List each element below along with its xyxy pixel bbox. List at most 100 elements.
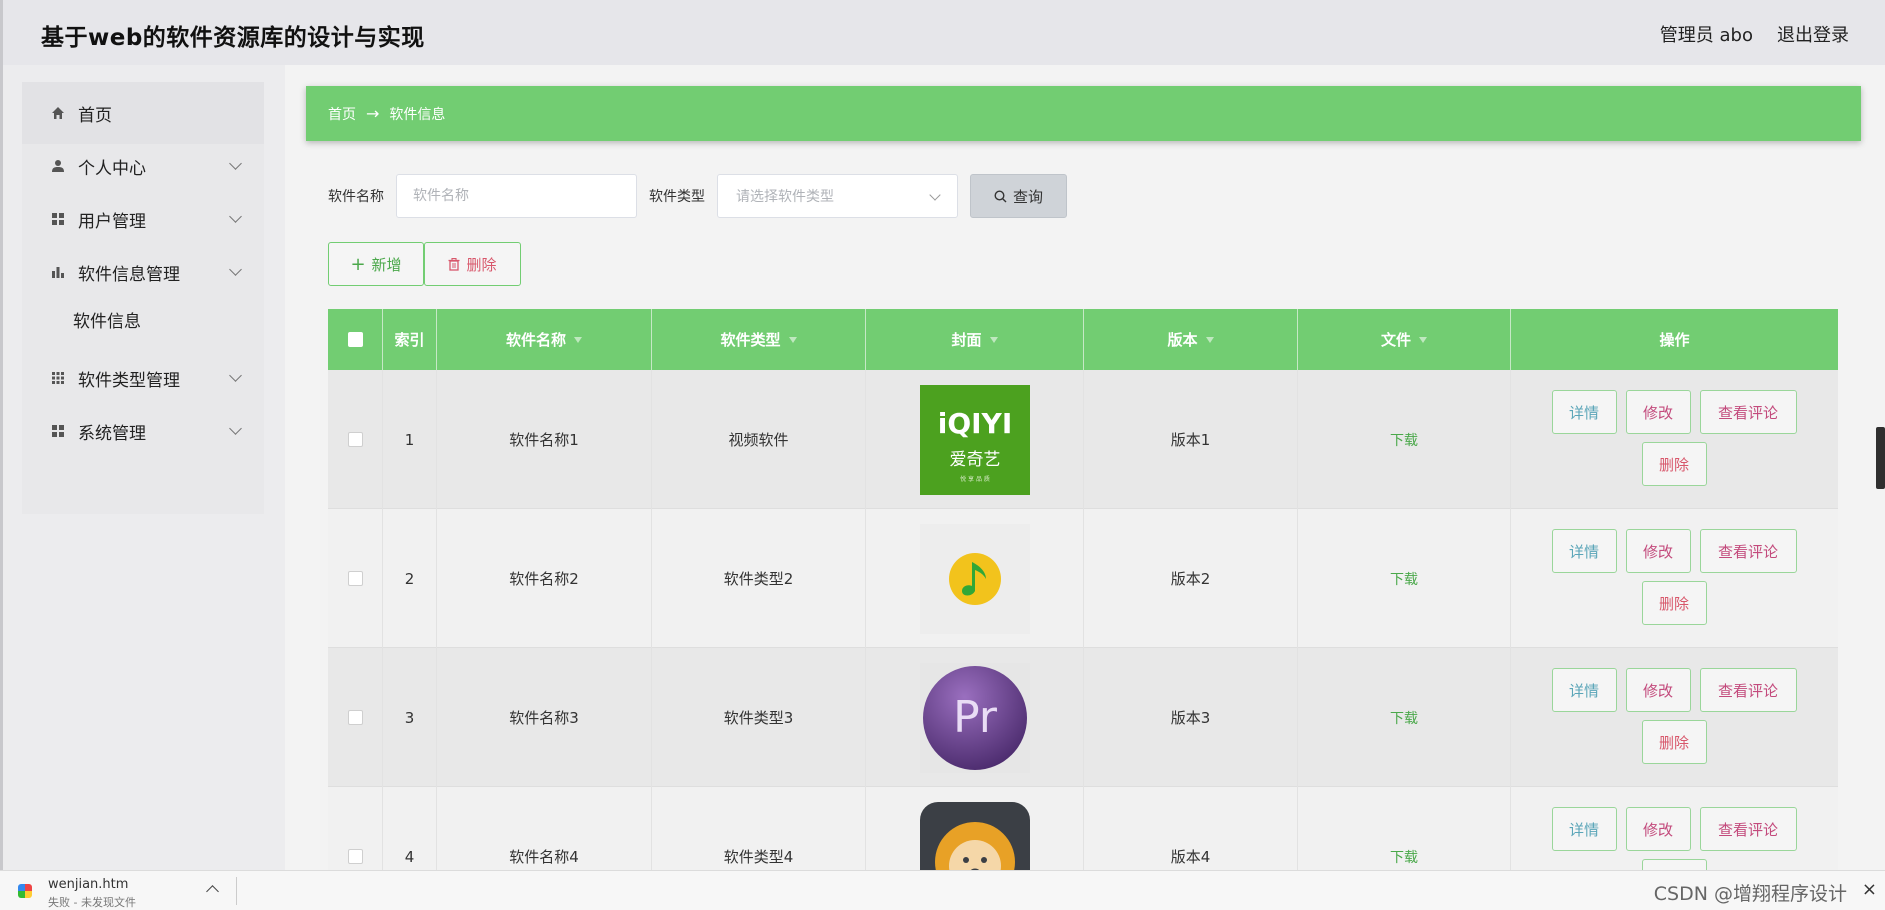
header-select-all[interactable] [328,309,383,370]
download-item[interactable]: wenjian.htm 失败 - 未发现文件 [18,877,136,910]
header-file[interactable]: 文件 [1298,309,1511,370]
sidebar-item-label: 软件类型管理 [78,370,180,391]
chevron-up-icon[interactable] [206,885,219,898]
chevron-down-icon [229,210,242,223]
software-name-input[interactable] [396,174,637,218]
edit-button[interactable]: 修改 [1625,390,1691,434]
row-index: 3 [383,648,437,787]
view-reviews-button[interactable]: 查看评论 [1699,390,1797,434]
header-cover[interactable]: 封面 [866,309,1084,370]
grid-icon [50,423,66,439]
table-header: 索引 软件名称 软件类型 封面 版本 文件 操作 [328,309,1838,370]
row-checkbox[interactable] [347,710,363,725]
sort-icon[interactable] [574,336,582,343]
sidebar-item-label: 用户管理 [78,211,146,232]
sort-icon[interactable] [1419,336,1427,343]
grid-icon [50,211,66,227]
sidebar-item-system-management[interactable]: 系统管理 [22,400,264,462]
row-version: 版本2 [1084,509,1298,648]
software-type-placeholder: 请选择软件类型 [736,189,834,205]
divider [236,877,237,905]
view-reviews-button[interactable]: 查看评论 [1699,668,1797,712]
header-version[interactable]: 版本 [1084,309,1298,370]
batch-delete-button[interactable]: 删除 [424,242,521,286]
delete-row-button[interactable]: 删除 [1641,442,1707,486]
close-icon[interactable]: × [1862,879,1877,900]
sidebar-subitem-software-info[interactable]: 软件信息 [22,294,264,344]
add-button[interactable]: + 新增 [328,242,424,286]
sidebar-item-label: 系统管理 [78,423,146,444]
sidebar-item-label: 首页 [78,105,112,126]
row-ops-cell: 详情 修改 查看评论 删除 [1511,370,1838,509]
view-reviews-button[interactable]: 查看评论 [1699,529,1797,573]
iqiyi-tagline: 悦 享 品 质 [960,475,990,483]
detail-button[interactable]: 详情 [1551,529,1617,573]
edit-button[interactable]: 修改 [1625,529,1691,573]
sort-icon[interactable] [1205,336,1214,343]
detail-button[interactable]: 详情 [1551,390,1617,434]
iqiyi-cn-text: 爱奇艺 [949,450,1000,470]
row-checkbox[interactable] [347,432,363,447]
row-select-cell [328,648,383,787]
download-link[interactable]: 下载 [1390,569,1418,589]
row-cover [866,509,1084,648]
row-file-cell: 下载 [1298,648,1511,787]
download-link[interactable]: 下载 [1390,430,1418,450]
query-button[interactable]: 查询 [970,174,1067,218]
table-row: 2 软件名称2 软件类型2 版本2 下载 详情 修改 查看评论 删除 [328,509,1838,648]
action-bar: + 新增 删除 [328,242,521,286]
row-version: 版本1 [1084,370,1298,509]
row-checkbox[interactable] [347,849,363,864]
download-filename: wenjian.htm [48,877,129,892]
row-version: 版本3 [1084,648,1298,787]
row-cover: iQIYI 爱奇艺 悦 享 品 质 [866,370,1084,509]
header-software-type[interactable]: 软件类型 [652,309,866,370]
add-button-label: 新增 [371,255,402,274]
home-icon [50,105,66,121]
bar-chart-icon [50,264,66,280]
detail-button[interactable]: 详情 [1551,668,1617,712]
header-software-name[interactable]: 软件名称 [437,309,652,370]
app-title: 基于web的软件资源库的设计与实现 [41,25,425,51]
row-ops-cell: 详情 修改 查看评论 删除 [1511,509,1838,648]
download-status: 失败 - 未发现文件 [48,896,136,909]
checkbox-icon[interactable] [347,332,363,347]
row-software-type: 视频软件 [652,370,866,509]
iqiyi-logo-text: iQIYI [937,407,1012,440]
software-type-select[interactable]: 请选择软件类型 [717,174,958,218]
sort-icon[interactable] [989,336,998,343]
iqiyi-logo-image: iQIYI 爱奇艺 悦 享 品 质 [919,384,1030,495]
software-name-label: 软件名称 [328,189,384,205]
chevron-down-icon [229,422,242,435]
sort-icon[interactable] [788,336,797,343]
header-index: 索引 [383,309,437,370]
row-cover: Pr [866,648,1084,787]
csdn-watermark: CSDN @增翔程序设计 [1653,883,1847,905]
software-type-label: 软件类型 [649,189,705,205]
row-index: 2 [383,509,437,648]
edit-button[interactable]: 修改 [1625,807,1691,851]
plus-icon: + [350,253,366,275]
trash-icon [448,257,460,271]
row-software-name: 软件名称2 [437,509,652,648]
breadcrumb-home[interactable]: 首页 [328,104,356,124]
sidebar-item-label: 软件信息 [73,311,141,332]
row-file-cell: 下载 [1298,370,1511,509]
delete-button-label: 删除 [466,255,497,274]
table-row: 1 软件名称1 视频软件 iQIYI 爱奇艺 悦 享 品 质 版本1 下载 详情… [328,370,1838,509]
row-index: 1 [383,370,437,509]
delete-row-button[interactable]: 删除 [1641,720,1707,764]
admin-user-label[interactable]: 管理员 abo [1660,21,1753,47]
download-link[interactable]: 下载 [1390,847,1418,867]
edit-button[interactable]: 修改 [1625,668,1691,712]
row-software-name: 软件名称3 [437,648,652,787]
sidebar-menu: 首页 个人中心 用户管理 软件信息管理 软件信息 软件类型管理 系统管理 [22,82,264,514]
delete-row-button[interactable]: 删除 [1641,581,1707,625]
row-checkbox[interactable] [347,571,363,586]
logout-link[interactable]: 退出登录 [1777,21,1849,47]
detail-button[interactable]: 详情 [1551,807,1617,851]
page-scrollbar[interactable] [1876,427,1885,489]
download-link[interactable]: 下载 [1390,708,1418,728]
chevron-down-icon [229,369,242,382]
view-reviews-button[interactable]: 查看评论 [1699,807,1797,851]
